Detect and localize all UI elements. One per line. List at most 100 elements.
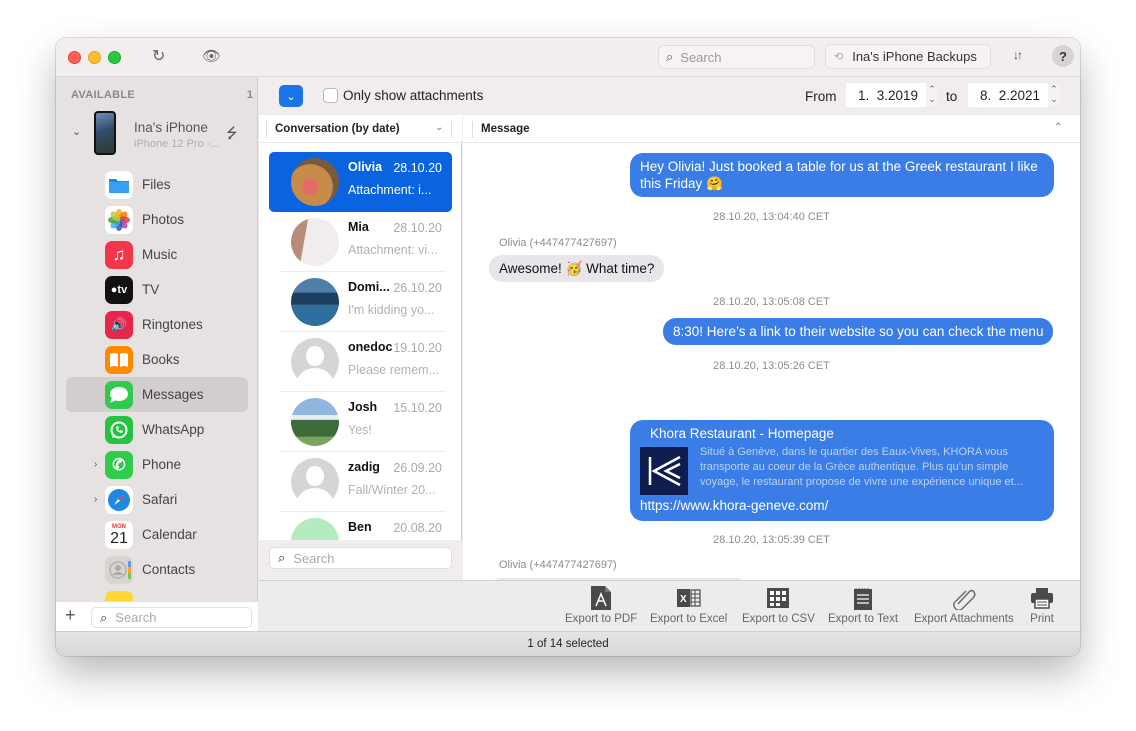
conversation-item[interactable]: zadig 26.09.20 Fall/Winter 20... [269, 452, 452, 512]
close-button[interactable] [68, 51, 81, 64]
conversation-preview: Please remem... [348, 363, 440, 377]
phone-icon: ✆ [105, 451, 133, 479]
minimize-button[interactable] [88, 51, 101, 64]
contact-name: zadig [348, 460, 380, 474]
conversation-item[interactable]: onedoc 19.10.20 Please remem... [269, 332, 452, 392]
svg-text:X: X [680, 594, 687, 605]
conversation-date: 19.10.20 [393, 341, 442, 355]
backups-button[interactable]: ⟲ Ina's iPhone Backups [825, 44, 991, 69]
device-model: iPhone 12 Pro -... [134, 138, 220, 150]
conversation-item[interactable]: Mia 28.10.20 Attachment: vi... [269, 212, 452, 272]
chevron-down-icon[interactable]: ⌄ [435, 122, 443, 133]
iphone-icon [94, 111, 116, 155]
conversation-preview: Fall/Winter 20... [348, 483, 436, 497]
export-attachments-button[interactable]: Export Attachments [914, 586, 1014, 625]
message-column-header[interactable]: Message ⌃ [463, 115, 1080, 143]
calendar-icon: MON 21 [105, 521, 133, 549]
export-text-button[interactable]: Export to Text [828, 586, 898, 625]
sidebar-item-files[interactable]: Files [66, 167, 248, 202]
export-excel-button[interactable]: X Export to Excel [650, 586, 727, 625]
column-divider [472, 121, 473, 138]
sidebar-item-books[interactable]: Books [66, 342, 248, 377]
column-divider [451, 121, 452, 138]
conversation-date: 28.10.20 [393, 221, 442, 235]
chevron-right-icon[interactable]: › [94, 494, 97, 505]
notepad-icon [851, 586, 875, 610]
tv-icon: ●tv [105, 276, 133, 304]
sidebar-item-photos[interactable]: Photos [66, 202, 248, 237]
khora-logo-icon [640, 447, 688, 495]
print-label: Print [1030, 613, 1054, 625]
link-url[interactable]: https://www.khora-geneve.com/ [640, 498, 828, 513]
only-attachments-label[interactable]: Only show attachments [343, 88, 483, 103]
to-date-value: 8. 2.2021 [980, 87, 1041, 103]
sidebar-item-label: Photos [142, 212, 185, 227]
sidebar-search-input[interactable]: ⌕ Search [91, 607, 252, 628]
conversation-column-header[interactable]: Conversation (by date) ⌄ [259, 115, 462, 143]
chevron-down-icon[interactable]: ⌄ [72, 125, 81, 138]
sidebar-item-messages[interactable]: Messages [66, 377, 248, 412]
zoom-button[interactable] [108, 51, 121, 64]
conversation-item[interactable]: Domi... 26.10.20 I'm kidding yo... [269, 272, 452, 332]
help-label: ? [1059, 48, 1067, 64]
ringtones-icon: 🔊 [105, 311, 133, 339]
sidebar-item-phone[interactable]: › ✆ Phone [66, 447, 248, 482]
search-icon: ⌕ [278, 550, 286, 565]
preview-eye-icon[interactable]: 👁 [202, 47, 221, 67]
paperclip-icon [952, 586, 976, 610]
files-icon [105, 171, 133, 199]
filter-bar: ⌄ Only show attachments From 1. 3.2019 ⌃… [259, 77, 1080, 115]
help-button[interactable]: ? [1052, 45, 1074, 67]
sort-arrows-icon[interactable]: ↓↑ [1013, 48, 1023, 62]
sidebar-item-label: Ringtones [142, 317, 203, 332]
to-label: to [946, 89, 958, 104]
messages-icon [105, 381, 133, 409]
conversation-item[interactable]: Josh 15.10.20 Yes! [269, 392, 452, 452]
export-csv-button[interactable]: Export to CSV [742, 586, 815, 625]
contact-name: onedoc [348, 340, 393, 354]
print-button[interactable]: Print [1030, 586, 1054, 625]
contact-name: Ben [348, 520, 372, 534]
to-date-field[interactable]: 8. 2.2021 [968, 83, 1048, 107]
sidebar-item-tv[interactable]: ●tv TV [66, 272, 248, 307]
sidebar-item-label: Calendar [142, 527, 197, 542]
from-date-field[interactable]: 1. 3.2019 [846, 83, 926, 107]
message-pane: Message ⌃ Hey Olivia! Just booked a tabl… [463, 115, 1080, 605]
search-placeholder: Search [680, 49, 722, 65]
export-pdf-button[interactable]: Export to PDF [565, 586, 637, 625]
device-item[interactable]: ⌄ Ina's iPhone iPhone 12 Pro -... ⭍ [56, 111, 258, 157]
sidebar-item-music[interactable]: ♫ Music [66, 237, 248, 272]
sidebar: AVAILABLE 1 ⌄ Ina's iPhone iPhone 12 Pro… [56, 77, 258, 631]
sidebar-item-contacts[interactable]: Contacts [66, 552, 248, 587]
sidebar-item-label: Files [142, 177, 171, 192]
device-name: Ina's iPhone [134, 120, 208, 135]
sidebar-item-ringtones[interactable]: 🔊 Ringtones [66, 307, 248, 342]
usb-icon: ⭍ [226, 125, 238, 141]
calendar-date: 21 [110, 529, 128, 547]
conversation-date: 26.09.20 [393, 461, 442, 475]
sidebar-item-whatsapp[interactable]: WhatsApp [66, 412, 248, 447]
sidebar-item-calendar[interactable]: MON 21 Calendar [66, 517, 248, 552]
conversation-preview: Attachment: i... [348, 183, 432, 197]
from-date-stepper[interactable]: ⌃ ⌄ [926, 84, 938, 106]
search-input[interactable]: ⌕ Search [658, 45, 815, 69]
sidebar-item-safari[interactable]: › Safari [66, 482, 248, 517]
excel-icon: X [676, 586, 701, 610]
only-attachments-checkbox[interactable] [323, 88, 338, 103]
search-placeholder: Search [293, 550, 335, 566]
to-date-stepper[interactable]: ⌃ ⌄ [1048, 84, 1060, 106]
chevron-up-icon[interactable]: ⌃ [1054, 122, 1062, 133]
sidebar-item-label: TV [142, 282, 160, 297]
chevron-right-icon[interactable]: › [94, 459, 97, 470]
add-icon[interactable]: + [65, 605, 76, 626]
csv-grid-icon [766, 586, 790, 610]
link-preview-message[interactable]: Khora Restaurant - Homepage Situé à Genè… [630, 420, 1054, 521]
avatar [291, 158, 339, 206]
incoming-message: Awesome! 🥳 What time? [489, 255, 665, 282]
message-timestamp: 28.10.20, 13:05:26 CET [713, 360, 830, 372]
message-timestamp: 28.10.20, 13:05:08 CET [713, 296, 830, 308]
conversation-search-input[interactable]: ⌕ Search [269, 547, 452, 569]
filter-dropdown-button[interactable]: ⌄ [279, 85, 303, 107]
refresh-icon[interactable]: ↻ [152, 47, 165, 67]
conversation-item[interactable]: Olivia 28.10.20 Attachment: i... [269, 152, 452, 212]
